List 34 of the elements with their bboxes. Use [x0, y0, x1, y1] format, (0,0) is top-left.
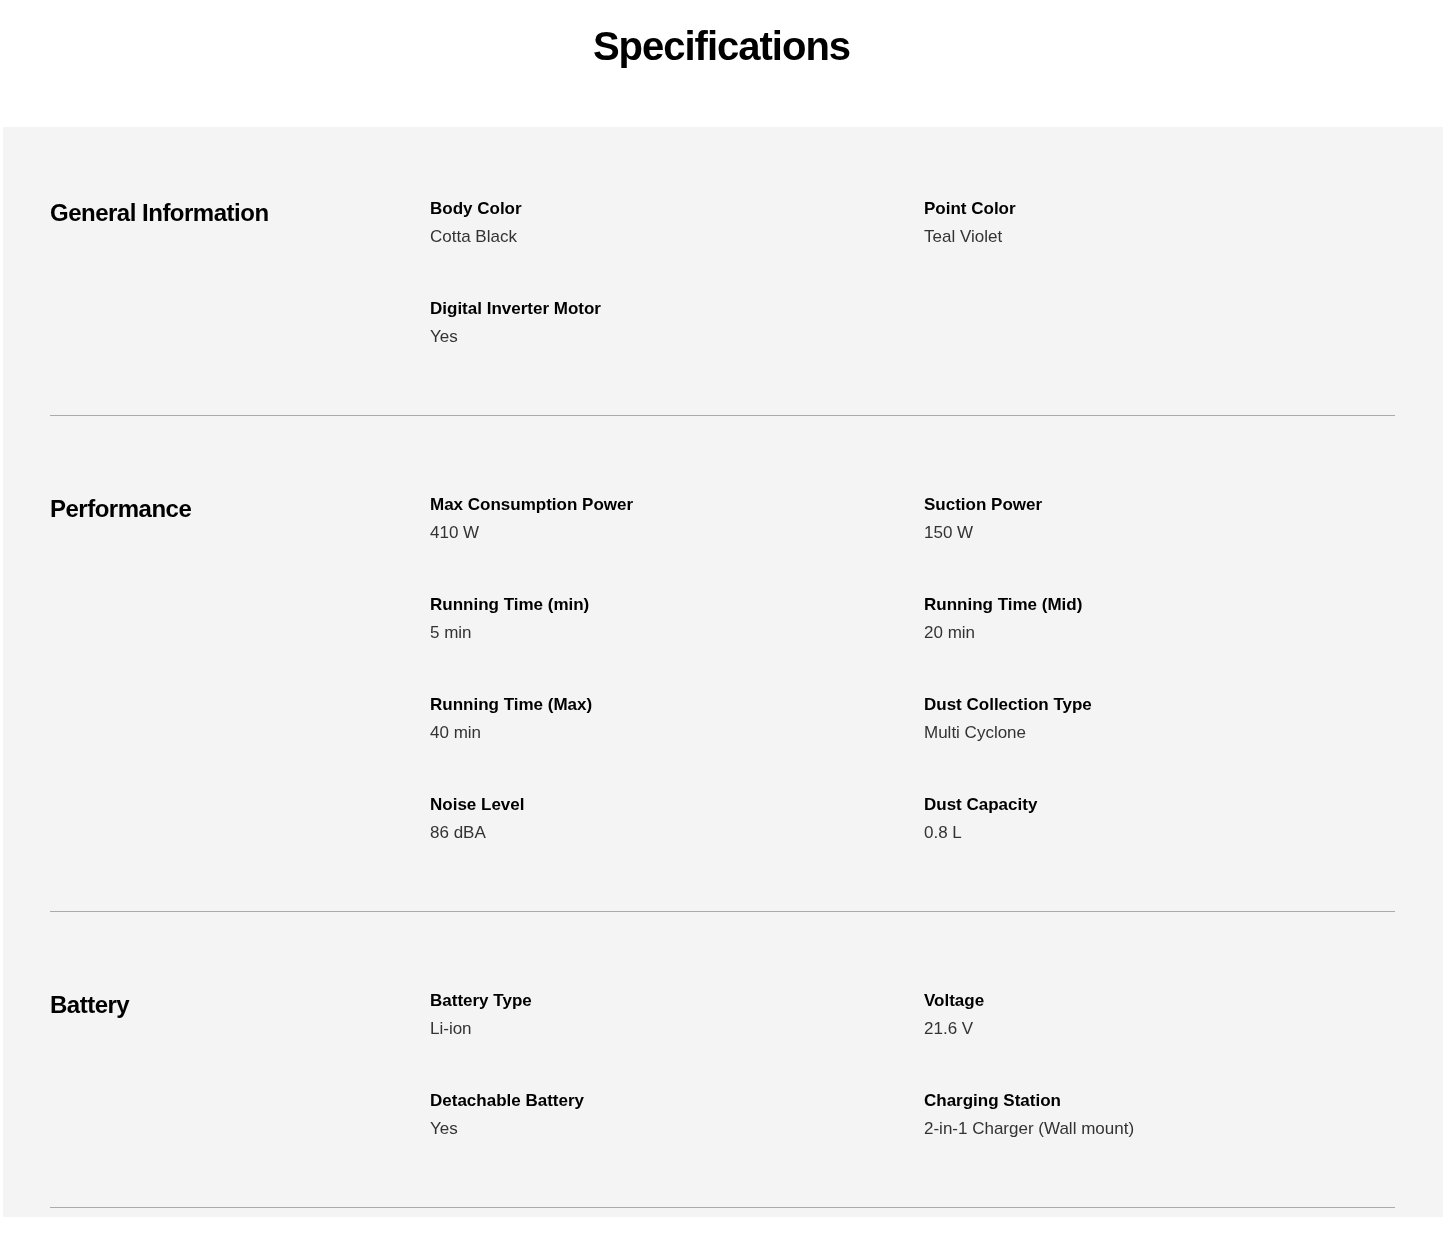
- spec-label: Digital Inverter Motor: [430, 298, 602, 320]
- spec-label: Suction Power: [924, 494, 1044, 516]
- spec-value: Multi Cyclone: [924, 722, 1028, 744]
- spec-value: 410 W: [430, 522, 481, 544]
- spec-label: Body Color: [430, 198, 523, 220]
- spec-label: Voltage: [924, 990, 986, 1012]
- section-heading: Battery: [50, 990, 131, 1020]
- spec-value: 86 dBA: [430, 822, 487, 844]
- spec-label: Detachable Battery: [430, 1090, 585, 1112]
- spec-label: Dust Capacity: [924, 794, 1039, 816]
- spec-value: Li-ion: [430, 1018, 473, 1040]
- section-heading: Performance: [50, 494, 193, 524]
- spec-label: Running Time (min): [430, 594, 591, 616]
- spec-label: Battery Type: [430, 990, 533, 1012]
- spec-value: Yes: [430, 326, 459, 348]
- spec-value: 40 min: [430, 722, 483, 744]
- spec-label: Running Time (Mid): [924, 594, 1084, 616]
- spec-value: 2-in-1 Charger (Wall mount): [924, 1118, 1136, 1140]
- section-heading: General Information: [50, 198, 270, 228]
- spec-label: Charging Station: [924, 1090, 1062, 1112]
- page-title: Specifications: [591, 23, 852, 70]
- spec-label: Dust Collection Type: [924, 694, 1093, 716]
- spec-value: Yes: [430, 1118, 459, 1140]
- spec-value: Teal Violet: [924, 226, 1004, 248]
- spec-label: Point Color: [924, 198, 1017, 220]
- spec-value: 0.8 L: [924, 822, 963, 844]
- spec-label: Running Time (Max): [430, 694, 594, 716]
- spec-value: 20 min: [924, 622, 977, 644]
- spec-value: 5 min: [430, 622, 473, 644]
- spec-value: 150 W: [924, 522, 975, 544]
- spec-label: Noise Level: [430, 794, 526, 816]
- spec-label: Max Consumption Power: [430, 494, 635, 516]
- spec-value: Cotta Black: [430, 226, 518, 248]
- spec-value: 21.6 V: [924, 1018, 975, 1040]
